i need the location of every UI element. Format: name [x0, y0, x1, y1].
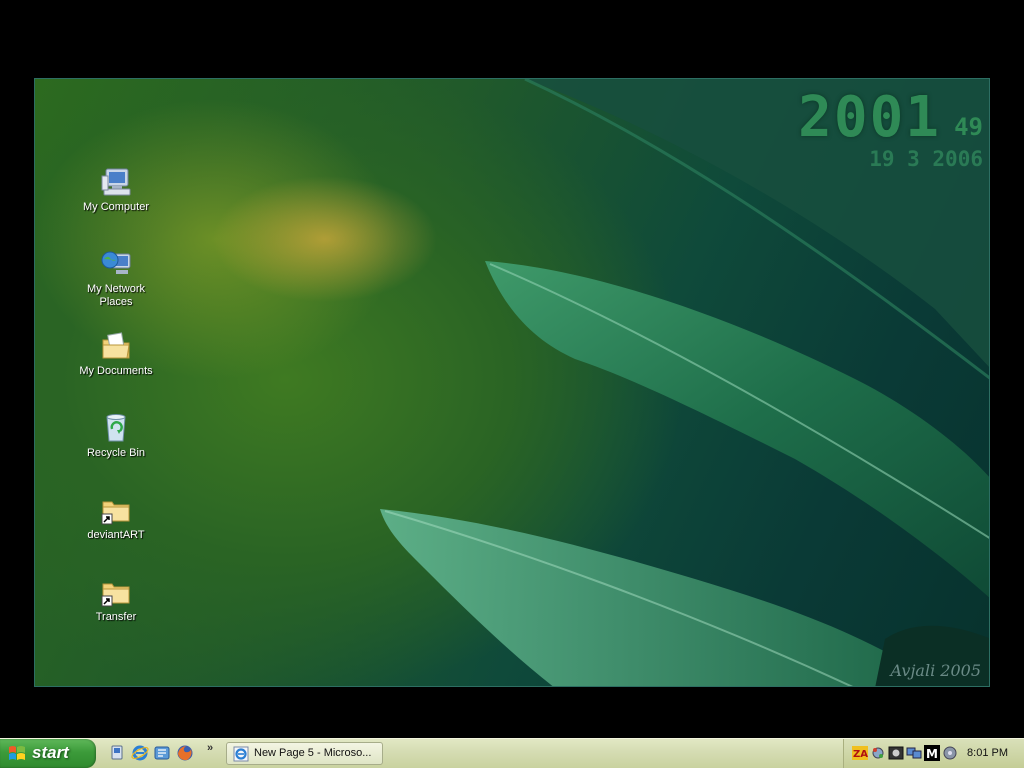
- recycle-bin-icon: [100, 412, 132, 444]
- desktop-icon-label: Recycle Bin: [86, 447, 146, 459]
- media-icon[interactable]: [888, 745, 904, 761]
- start-button[interactable]: start: [0, 739, 96, 768]
- svg-text:M: M: [926, 747, 938, 761]
- zonealarm-icon[interactable]: ZA: [852, 745, 868, 761]
- windows-logo-icon: [8, 745, 26, 763]
- desktop-icon-label: Transfer: [95, 611, 137, 623]
- messenger-m-icon[interactable]: M: [924, 745, 940, 761]
- my-computer-icon: [100, 166, 132, 198]
- system-tray: ZA M 8:01 PM: [843, 739, 1024, 768]
- clock-widget-date: 19 3 2006: [869, 147, 983, 171]
- outlook-express-icon[interactable]: [153, 744, 171, 762]
- desktop-icon-label: My Computer: [82, 201, 150, 213]
- network-connection-icon[interactable]: [906, 745, 922, 761]
- network-places-icon: [100, 248, 132, 280]
- desktop-icon-my-computer[interactable]: My Computer: [76, 166, 156, 214]
- taskbar-button-new-page-5[interactable]: New Page 5 - Microso...: [226, 742, 383, 765]
- firefox-icon[interactable]: [176, 744, 194, 762]
- start-label: start: [32, 743, 69, 762]
- desktop-icon-label: My Documents: [79, 365, 153, 377]
- volume-icon[interactable]: [942, 745, 958, 761]
- desktop-icon-deviantart[interactable]: deviantART: [76, 494, 156, 542]
- taskbar: start » New Page 5 - Microso... ZA M 8:0…: [0, 738, 1024, 768]
- internet-explorer-icon[interactable]: [131, 744, 149, 762]
- show-desktop-icon[interactable]: [108, 744, 126, 762]
- internet-explorer-icon: [233, 746, 249, 762]
- taskbar-clock[interactable]: 8:01 PM: [967, 747, 1008, 759]
- network-tool-icon[interactable]: [870, 745, 886, 761]
- taskbar-button-label: New Page 5 - Microso...: [254, 747, 372, 759]
- clock-widget-time: 2001: [798, 85, 941, 150]
- desktop-icon-transfer[interactable]: Transfer: [76, 576, 156, 624]
- desktop[interactable]: 2001 49 19 3 2006 Avjali 2005 My Compute…: [0, 0, 1024, 738]
- quick-launch-overflow-chevron[interactable]: »: [207, 742, 213, 754]
- fern-leaves-image: [380, 79, 989, 686]
- artist-signature: Avjali 2005: [890, 661, 981, 680]
- my-documents-icon: [100, 330, 132, 362]
- svg-text:ZA: ZA: [853, 749, 868, 760]
- desktop-icon-label: deviantART: [87, 529, 145, 541]
- desktop-icon-label: My Network Places: [86, 283, 146, 308]
- folder-shortcut-icon: [100, 576, 132, 608]
- desktop-icon-my-network-places[interactable]: My Network Places: [76, 248, 156, 309]
- clock-widget-seconds: 49: [954, 113, 983, 141]
- folder-shortcut-icon: [100, 494, 132, 526]
- desktop-icon-recycle-bin[interactable]: Recycle Bin: [76, 412, 156, 460]
- wallpaper: 2001 49 19 3 2006 Avjali 2005: [34, 78, 990, 687]
- desktop-icon-my-documents[interactable]: My Documents: [76, 330, 156, 378]
